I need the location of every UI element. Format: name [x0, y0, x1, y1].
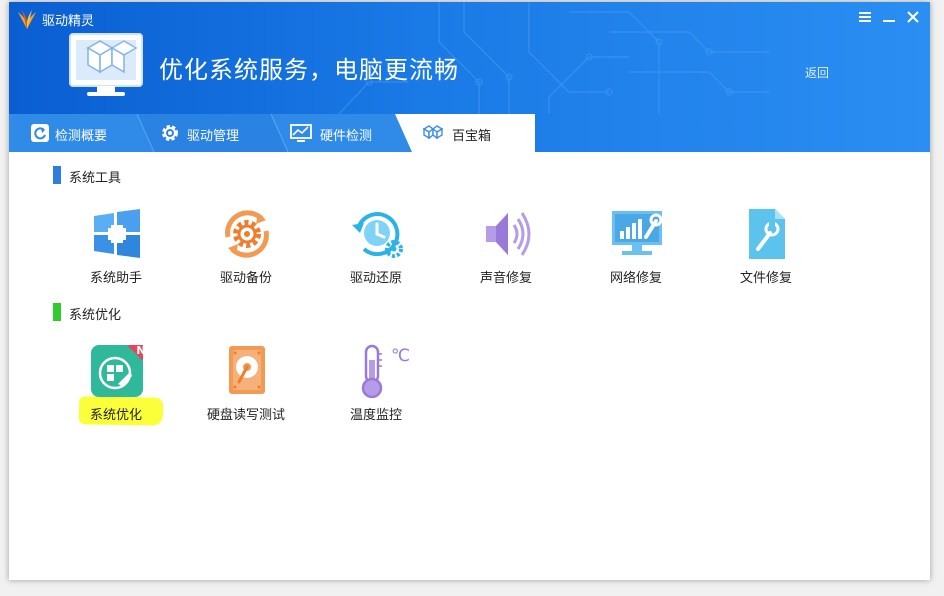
tool-system-assistant[interactable]: 系统助手	[56, 207, 176, 293]
section-title: 系统优化	[69, 308, 122, 323]
network-repair-icon	[612, 211, 663, 255]
section-title: 系统工具	[69, 171, 122, 186]
monitor-chart-icon	[290, 124, 312, 142]
minimize-icon	[883, 20, 895, 22]
header: 驱动精灵 优化系统服务，电脑更流畅 返回 检测概要 驱动管理 硬件检测 百宝箱	[9, 2, 930, 152]
optimize-hero-icon	[69, 33, 143, 96]
tab-driver-management[interactable]: 驱动管理	[149, 114, 284, 152]
gear-refresh-icon	[225, 210, 269, 258]
tool-sound-repair[interactable]: 声音修复	[446, 207, 566, 293]
tool-temperature-monitor[interactable]: ℃ 温度监控	[316, 344, 436, 430]
tab-bar: 检测概要 驱动管理 硬件检测 百宝箱	[9, 114, 930, 152]
app-title: 驱动精灵	[42, 14, 95, 29]
file-repair-icon	[749, 209, 785, 259]
section-accent-bar	[53, 166, 61, 184]
windows-plus-icon	[94, 209, 140, 258]
tool-disk-rw-test[interactable]: 硬盘读写测试	[186, 344, 306, 430]
tool-system-optimize[interactable]: N 系统优化	[56, 344, 176, 430]
refresh-icon	[31, 124, 49, 142]
app-window: 驱动精灵 优化系统服务，电脑更流畅 返回 检测概要 驱动管理 硬件检测 百宝箱 …	[9, 2, 930, 580]
celsius-label: ℃	[391, 346, 411, 366]
tab-hardware-detect[interactable]: 硬件检测	[284, 114, 409, 152]
section-accent-bar	[53, 303, 61, 321]
close-button[interactable]	[902, 8, 924, 28]
menu-button[interactable]	[854, 8, 876, 28]
close-icon	[907, 11, 919, 23]
toolbox-icon	[422, 125, 444, 140]
app-logo-icon	[18, 10, 36, 29]
clock-restore-icon	[352, 212, 403, 258]
back-link[interactable]: 返回	[805, 64, 829, 81]
hard-disk-icon	[229, 346, 265, 394]
tab-toolbox[interactable]: 百宝箱	[412, 114, 535, 152]
minimize-button[interactable]	[878, 8, 900, 28]
tool-network-repair[interactable]: 网络修复	[576, 207, 696, 293]
menu-icon	[859, 12, 871, 22]
hero-headline: 优化系统服务，电脑更流畅	[159, 56, 459, 84]
new-badge: N	[136, 344, 146, 357]
tab-detect-overview[interactable]: 检测概要	[9, 114, 149, 152]
tool-file-repair[interactable]: 文件修复	[706, 207, 826, 293]
tool-driver-backup[interactable]: 驱动备份	[186, 207, 306, 293]
tool-driver-restore[interactable]: 驱动还原	[316, 207, 436, 293]
speaker-icon	[486, 212, 531, 256]
gear-icon	[162, 125, 178, 141]
